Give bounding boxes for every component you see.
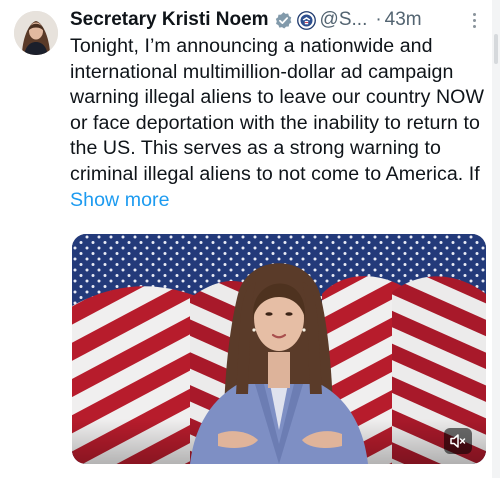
scrollbar[interactable] — [492, 0, 500, 478]
avatar[interactable] — [14, 11, 58, 55]
show-more-link[interactable]: Show more — [70, 189, 170, 211]
dhs-seal-icon — [296, 10, 316, 30]
muted-speaker-icon[interactable] — [444, 428, 472, 454]
avatar-image — [14, 11, 58, 55]
scrollbar-thumb[interactable] — [494, 34, 498, 64]
video-frame-image — [72, 234, 486, 464]
tweet-text: Tonight, I’m announcing a nationwide and… — [70, 35, 485, 185]
tweet-body: Tonight, I’m announcing a nationwide and… — [70, 34, 486, 213]
video-thumbnail[interactable] — [72, 234, 486, 464]
tweet-header: Secretary Kristi Noem @S... · 43m — [70, 8, 422, 32]
gray-check-badge-icon — [274, 11, 293, 30]
more-options-icon[interactable] — [467, 10, 481, 30]
timestamp[interactable]: 43m — [385, 9, 422, 31]
author-handle[interactable]: @S... — [320, 9, 368, 31]
author-name[interactable]: Secretary Kristi Noem — [70, 9, 269, 31]
meta-separator: · — [375, 9, 382, 30]
